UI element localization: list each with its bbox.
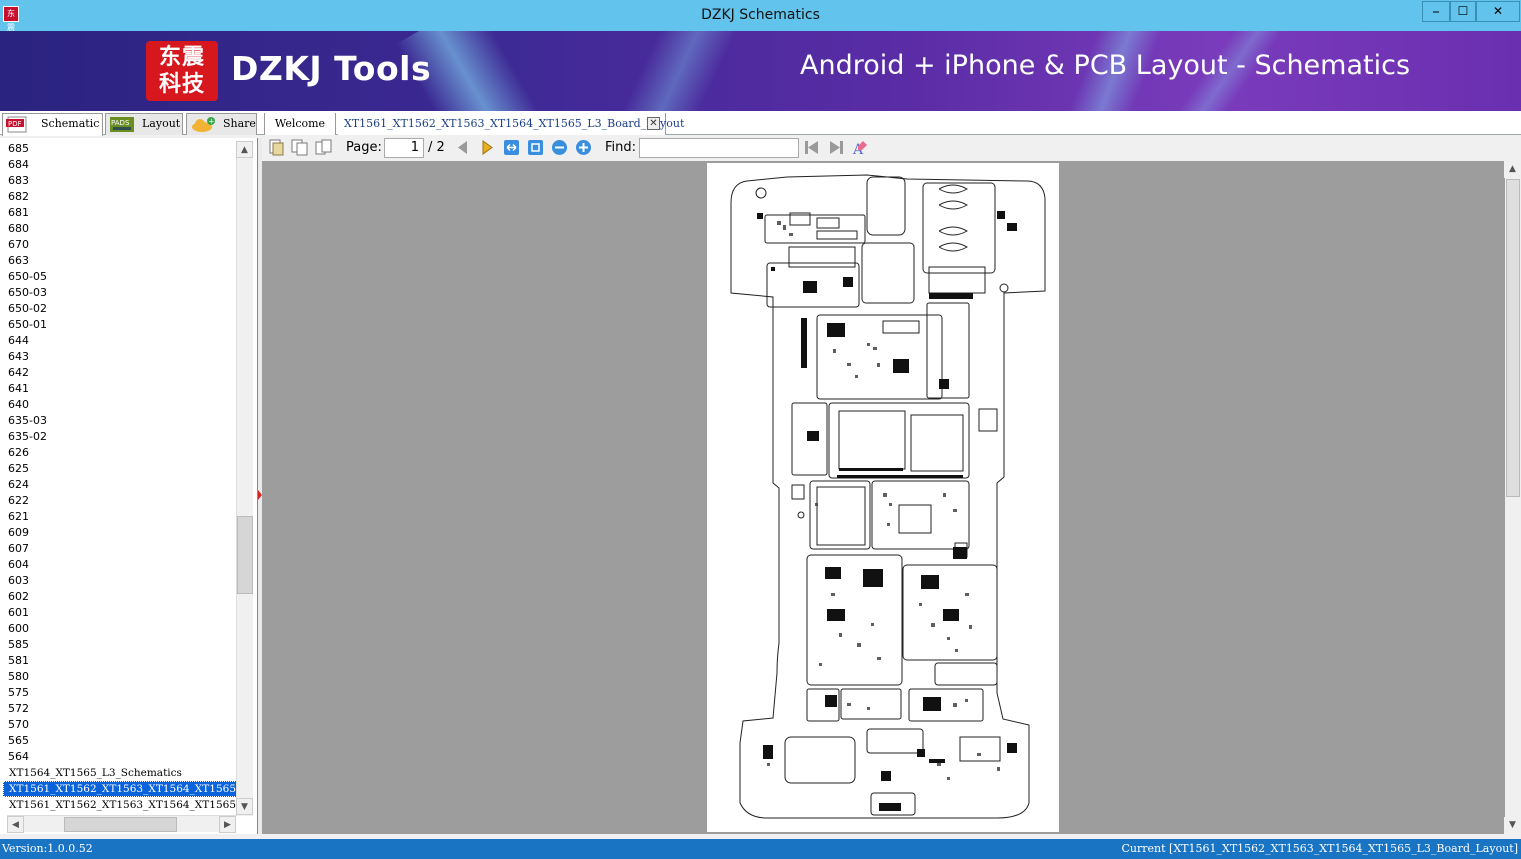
model-list: 685 684 683 682 681 680 670 663 650-05 650-03 650-… [3, 141, 237, 816]
brand-name: DZKJ Tools [231, 49, 432, 88]
zoom-in-icon[interactable] [575, 139, 592, 156]
window-title: DZKJ Schematics [701, 7, 820, 23]
list-item[interactable]: 683 [3, 173, 237, 189]
open-file-icon[interactable] [268, 139, 285, 156]
svg-text:PADS: PADS [111, 119, 130, 127]
list-item[interactable]: 685 [3, 141, 237, 157]
list-item[interactable]: 644 [3, 333, 237, 349]
list-item[interactable]: 572 [3, 701, 237, 717]
list-item[interactable]: XT1561_XT1562_XT1563_XT1564_XT1565_L3_Sc… [3, 797, 237, 813]
svg-text:PDF: PDF [8, 120, 22, 128]
pcb-layout-page[interactable] [707, 163, 1059, 832]
list-item[interactable]: 607 [3, 541, 237, 557]
list-item[interactable]: 601 [3, 605, 237, 621]
scroll-down-icon[interactable]: ▼ [236, 798, 253, 815]
close-tab-icon[interactable]: ✕ [647, 117, 660, 130]
viewer-vertical-scrollbar[interactable]: ▲ ▼ [1504, 161, 1521, 834]
list-item[interactable]: 602 [3, 589, 237, 605]
list-item[interactable]: 564 [3, 749, 237, 765]
viewer-toolbar: Page: 1 / 2 Find: A [262, 136, 1521, 160]
list-item[interactable]: 600 [3, 621, 237, 637]
list-item[interactable]: 643 [3, 349, 237, 365]
list-item[interactable]: 670 [3, 237, 237, 253]
scroll-up-icon[interactable]: ▲ [236, 141, 253, 158]
title-bar: 东震 DZKJ Schematics ⎯ ☐ ✕ [0, 0, 1521, 32]
version-text: Version:1.0.0.52 [2, 842, 93, 855]
next-page-icon[interactable] [479, 139, 496, 156]
list-item[interactable]: 609 [3, 525, 237, 541]
fit-page-icon[interactable] [527, 139, 544, 156]
document-viewer[interactable] [262, 161, 1505, 834]
scroll-right-icon[interactable]: ▶ [219, 816, 236, 833]
find-previous-icon[interactable] [803, 139, 820, 156]
list-item[interactable]: 680 [3, 221, 237, 237]
board-layout-drawing [730, 174, 1046, 819]
fit-width-icon[interactable] [503, 139, 520, 156]
list-item[interactable]: 581 [3, 653, 237, 669]
list-item[interactable]: 565 [3, 733, 237, 749]
pdf-icon: PDF [6, 116, 27, 133]
list-horizontal-scrollbar[interactable]: ◀ ▶ [7, 815, 236, 833]
list-item[interactable]: 663 [3, 253, 237, 269]
list-item[interactable]: 650-01 [3, 317, 237, 333]
h-scroll-thumb[interactable] [64, 817, 177, 832]
current-document-text: Current [XT1561_XT1562_XT1563_XT1564_XT1… [1121, 842, 1519, 855]
pages-icon[interactable] [315, 139, 332, 156]
maximize-button[interactable]: ☐ [1450, 1, 1476, 22]
tab-board-layout[interactable]: XT1561_XT1562_XT1563_XT1564_XT1565_L3_Bo… [338, 113, 684, 135]
page-label: Page: [346, 140, 382, 155]
list-item[interactable]: 640 [3, 397, 237, 413]
list-item[interactable]: 635-03 [3, 413, 237, 429]
list-item[interactable]: 641 [3, 381, 237, 397]
page-total: / 2 [428, 140, 445, 155]
banner-tagline: Android + iPhone & PCB Layout - Schemati… [800, 50, 1411, 81]
tab-schematic[interactable]: PDF Schematic [2, 113, 103, 136]
zoom-out-icon[interactable] [551, 139, 568, 156]
list-item[interactable]: 622 [3, 493, 237, 509]
list-item[interactable]: 580 [3, 669, 237, 685]
list-item[interactable]: 650-03 [3, 285, 237, 301]
list-item[interactable]: 570 [3, 717, 237, 733]
list-vertical-scrollbar[interactable]: ▲ ▼ [236, 141, 253, 816]
minimize-button[interactable]: ⎯ [1422, 1, 1450, 22]
tab-welcome[interactable]: Welcome [264, 113, 336, 135]
scroll-left-icon[interactable]: ◀ [7, 816, 24, 833]
viewer-scroll-down-icon[interactable]: ▼ [1504, 817, 1521, 834]
cloud-icon: + [192, 117, 215, 132]
list-item[interactable]: 635-02 [3, 429, 237, 445]
list-item[interactable]: 684 [3, 157, 237, 173]
find-input[interactable] [639, 138, 799, 158]
viewer-scroll-up-icon[interactable]: ▲ [1504, 161, 1521, 178]
list-item[interactable]: 650-05 [3, 269, 237, 285]
list-item[interactable]: 604 [3, 557, 237, 573]
tab-share[interactable]: + Share [186, 113, 257, 135]
list-item[interactable]: 682 [3, 189, 237, 205]
list-item[interactable]: 624 [3, 477, 237, 493]
status-bar: Version:1.0.0.52 Current [XT1561_XT1562_… [0, 839, 1521, 859]
pads-icon: PADS [110, 117, 134, 132]
find-label: Find: [605, 140, 637, 155]
highlight-text-icon[interactable]: A [852, 139, 869, 156]
find-next-icon[interactable] [828, 139, 845, 156]
list-item[interactable]: XT1564_XT1565_L3_Schematics [3, 765, 237, 781]
list-item[interactable]: 625 [3, 461, 237, 477]
list-item[interactable]: 575 [3, 685, 237, 701]
list-item[interactable]: 621 [3, 509, 237, 525]
copy-icon[interactable] [291, 139, 308, 156]
list-item[interactable]: 626 [3, 445, 237, 461]
close-button[interactable]: ✕ [1476, 1, 1520, 22]
tab-layout[interactable]: PADS Layout [105, 113, 183, 135]
viewer-scroll-thumb[interactable] [1506, 179, 1520, 497]
list-item[interactable]: 681 [3, 205, 237, 221]
svg-text:+: + [209, 118, 215, 126]
list-item[interactable]: 603 [3, 573, 237, 589]
list-item[interactable]: 585 [3, 637, 237, 653]
list-item[interactable]: 642 [3, 365, 237, 381]
list-item[interactable]: XT1561_XT1562_XT1563_XT1564_XT1565_L3_Bo… [3, 781, 237, 797]
previous-page-icon[interactable] [454, 139, 471, 156]
company-logo: 东震 科技 [146, 41, 218, 101]
list-item[interactable]: 650-02 [3, 301, 237, 317]
page-number-input[interactable]: 1 [384, 138, 424, 158]
scroll-thumb[interactable] [237, 516, 253, 594]
